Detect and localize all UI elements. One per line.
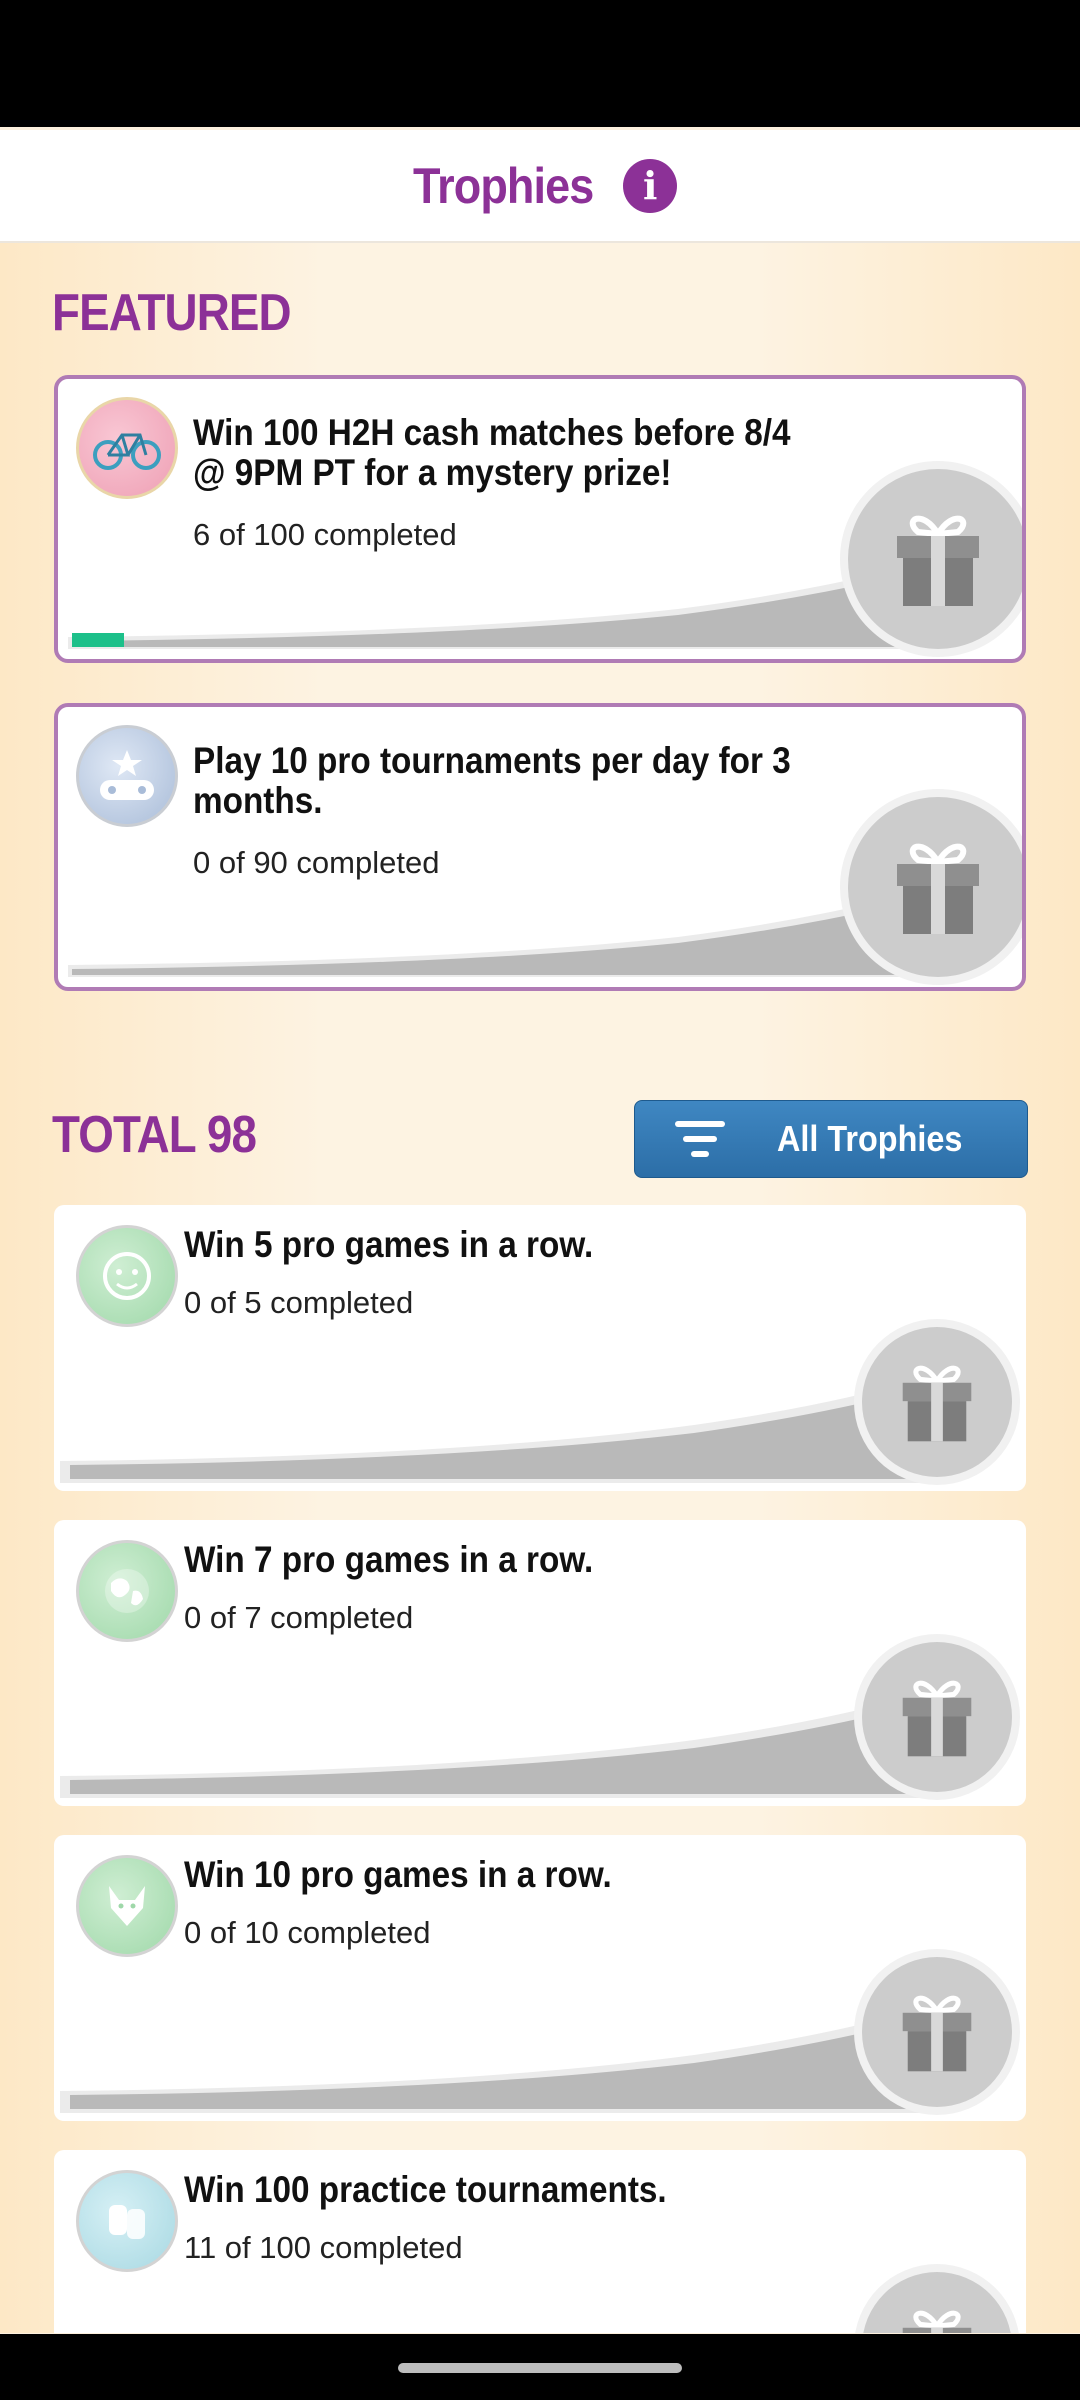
trophy-progress-text: 6 of 100 completed	[193, 517, 457, 552]
home-gesture-handle[interactable]	[398, 2363, 682, 2373]
wolf-icon	[76, 1855, 178, 1957]
trophy-card[interactable]: Win 100 practice tournaments. 11 of 100 …	[54, 2150, 1026, 2333]
trophy-title: Win 100 H2H cash matches before 8/4 @ 9P…	[193, 412, 791, 493]
all-trophies-label: All Trophies	[777, 1118, 963, 1159]
progress-fill	[72, 633, 124, 647]
gift-icon	[902, 1995, 972, 2072]
reward-gift-button[interactable]	[862, 1642, 1012, 1792]
gift-icon	[902, 2310, 972, 2333]
gift-icon	[897, 843, 979, 934]
trophy-card[interactable]: Win 10 pro games in a row. 0 of 10 compl…	[54, 1835, 1026, 2121]
trophy-progress-text: 11 of 100 completed	[184, 2230, 463, 2265]
featured-heading: FEATURED	[52, 284, 292, 342]
featured-trophy-card[interactable]: Play 10 pro tournaments per day for 3 mo…	[54, 703, 1026, 991]
trophies-scroll-area[interactable]: FEATURED Win 100 H2H cash matches before…	[0, 243, 1080, 2333]
trophy-card[interactable]: Win 7 pro games in a row. 0 of 7 complet…	[54, 1520, 1026, 1806]
dog-tags-icon	[76, 2170, 178, 2272]
status-bar	[0, 0, 1080, 127]
reward-gift-button[interactable]	[848, 469, 1022, 649]
all-trophies-filter-button[interactable]: All Trophies	[634, 1100, 1028, 1178]
reward-gift-button[interactable]	[848, 797, 1022, 977]
reward-gift-button[interactable]	[862, 1957, 1012, 2107]
trophy-title: Win 7 pro games in a row.	[184, 1539, 594, 1580]
total-heading: TOTAL 98	[52, 1106, 257, 1164]
reward-gift-button[interactable]	[862, 2272, 1012, 2333]
trophy-progress-text: 0 of 5 completed	[184, 1285, 414, 1320]
face-icon	[76, 1225, 178, 1327]
gift-icon	[897, 515, 979, 606]
trophy-title: Win 100 practice tournaments.	[184, 2169, 667, 2210]
page-title: Trophies	[412, 157, 594, 214]
featured-trophy-card[interactable]: Win 100 H2H cash matches before 8/4 @ 9P…	[54, 375, 1026, 663]
bicycle-icon	[76, 397, 178, 499]
trophy-card[interactable]: Win 5 pro games in a row. 0 of 5 complet…	[54, 1205, 1026, 1491]
gift-icon	[902, 1365, 972, 1442]
globe-icon	[76, 1540, 178, 1642]
gift-icon	[902, 1680, 972, 1757]
gamepad-star-icon	[76, 725, 178, 827]
trophy-title: Play 10 pro tournaments per day for 3 mo…	[193, 740, 791, 821]
reward-gift-button[interactable]	[862, 1327, 1012, 1477]
trophy-progress-text: 0 of 10 completed	[184, 1915, 431, 1950]
top-header: Trophies i	[0, 130, 1080, 243]
trophy-title: Win 5 pro games in a row.	[184, 1224, 594, 1265]
filter-icon	[675, 1121, 725, 1157]
trophy-progress-text: 0 of 90 completed	[193, 845, 440, 880]
info-icon[interactable]: i	[623, 158, 678, 213]
trophy-progress-text: 0 of 7 completed	[184, 1600, 414, 1635]
trophy-title: Win 10 pro games in a row.	[184, 1854, 612, 1895]
